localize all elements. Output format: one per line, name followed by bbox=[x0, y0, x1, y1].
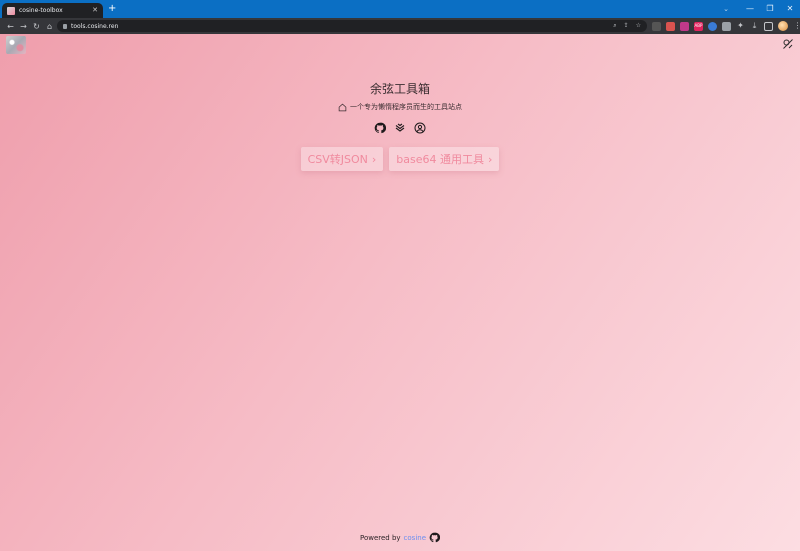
page-title: 余弦工具箱 bbox=[369, 82, 430, 96]
zoom-icon[interactable]: ⌕ bbox=[613, 22, 616, 30]
github-icon[interactable] bbox=[374, 122, 386, 134]
home-icon bbox=[338, 103, 347, 111]
page-subtitle: 一个专为懒惰程序员而生的工具站点 bbox=[0, 102, 800, 112]
tool-card-label: base64 通用工具 bbox=[396, 153, 485, 166]
restore-button[interactable]: ❐ bbox=[760, 0, 780, 18]
puzzle-icon[interactable]: ✦ bbox=[736, 22, 745, 31]
tab-favicon-icon bbox=[7, 6, 15, 15]
forward-icon[interactable]: → bbox=[17, 22, 30, 31]
tool-cards: CSV转JSON › base64 通用工具 › bbox=[0, 147, 800, 171]
theme-toggle-icon[interactable] bbox=[782, 38, 794, 50]
page-footer: Powered by cosine bbox=[0, 532, 800, 543]
site-logo[interactable] bbox=[6, 36, 26, 54]
bookmark-star-icon[interactable]: ☆ bbox=[636, 22, 641, 30]
tab-title: cosine-toolbox bbox=[19, 7, 63, 14]
lock-icon[interactable] bbox=[63, 23, 67, 29]
download-icon[interactable]: ⤓ bbox=[750, 22, 759, 31]
layers-icon[interactable] bbox=[394, 122, 406, 134]
tool-card-base64[interactable]: base64 通用工具 › bbox=[389, 147, 500, 171]
home-icon[interactable]: ⌂ bbox=[43, 22, 56, 31]
chevron-right-icon: › bbox=[371, 152, 377, 166]
powered-by-text: Powered by bbox=[359, 533, 401, 542]
extension-icon[interactable] bbox=[722, 21, 731, 31]
window-controls: ⌄ — ❐ ✕ bbox=[718, 0, 800, 18]
url-text[interactable]: tools.cosine.ren bbox=[71, 23, 609, 30]
extension-icon[interactable] bbox=[680, 21, 689, 31]
browser-toolbar: ← → ↻ ⌂ tools.cosine.ren ⌕ ⇪ ☆ ABP ✦ ⤓ ⋮ bbox=[0, 18, 800, 34]
tool-card-label: CSV转JSON bbox=[307, 153, 368, 166]
back-icon[interactable]: ← bbox=[4, 22, 17, 31]
browser-titlebar: cosine-toolbox ✕ + ⌄ — ❐ ✕ bbox=[0, 0, 800, 18]
extension-icon[interactable] bbox=[708, 21, 717, 31]
tab-close-icon[interactable]: ✕ bbox=[92, 7, 98, 14]
browser-tab[interactable]: cosine-toolbox ✕ bbox=[2, 3, 103, 18]
reload-icon[interactable]: ↻ bbox=[30, 22, 43, 31]
new-tab-button[interactable]: + bbox=[108, 4, 116, 14]
chevron-right-icon: › bbox=[488, 152, 493, 166]
share-icon[interactable]: ⇪ bbox=[624, 22, 629, 30]
tool-card-csv-to-json[interactable]: CSV转JSON › bbox=[300, 147, 384, 171]
social-links bbox=[0, 122, 800, 134]
address-bar[interactable]: tools.cosine.ren ⌕ ⇪ ☆ bbox=[57, 20, 647, 32]
sidepanel-icon[interactable] bbox=[764, 21, 773, 31]
author-link[interactable]: cosine bbox=[404, 534, 426, 542]
extension-icon[interactable] bbox=[666, 21, 675, 31]
user-circle-icon[interactable] bbox=[414, 122, 426, 134]
page-viewport: 余弦工具箱 一个专为懒惰程序员而生的工具站点 CSV转JSON › base64… bbox=[0, 34, 800, 551]
adblock-extension-icon[interactable]: ABP bbox=[694, 21, 703, 31]
extensions-area: ABP ✦ ⤓ ⋮ bbox=[652, 21, 800, 31]
close-button[interactable]: ✕ bbox=[780, 0, 800, 18]
tab-search-icon[interactable]: ⌄ bbox=[718, 0, 734, 18]
github-icon[interactable] bbox=[429, 532, 441, 543]
subtitle-text: 一个专为懒惰程序员而生的工具站点 bbox=[350, 103, 462, 111]
extension-icon[interactable] bbox=[652, 21, 661, 31]
minimize-button[interactable]: — bbox=[740, 0, 760, 18]
profile-avatar[interactable] bbox=[778, 21, 788, 31]
menu-kebab-icon[interactable]: ⋮ bbox=[793, 22, 800, 31]
